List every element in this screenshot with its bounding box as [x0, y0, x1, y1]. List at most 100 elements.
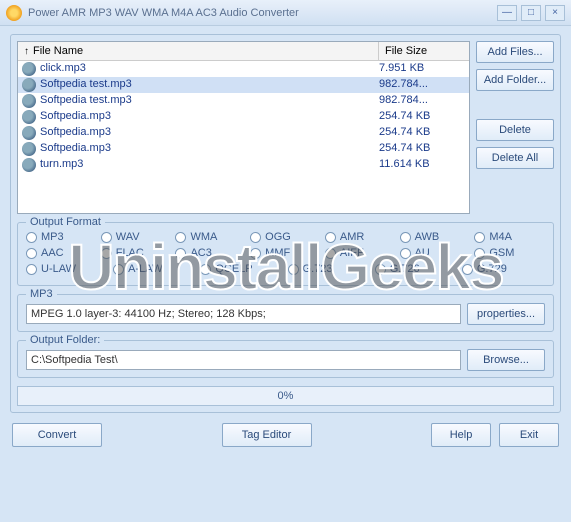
radio-label: AMR [340, 231, 364, 243]
column-filesize[interactable]: File Size [379, 42, 469, 60]
format-radio-aiff[interactable]: AIFF [325, 247, 396, 259]
tag-editor-button[interactable]: Tag Editor [222, 423, 312, 447]
format-radio-g729[interactable]: G.729 [462, 263, 545, 275]
add-folder-button[interactable]: Add Folder... [476, 69, 554, 91]
output-folder-field[interactable]: C:\Softpedia Test\ [26, 350, 461, 370]
file-row[interactable]: Softpedia.mp3254.74 KB [18, 109, 469, 125]
format-radio-wav[interactable]: WAV [101, 231, 172, 243]
audio-file-icon [22, 126, 36, 140]
minimize-button[interactable]: — [497, 5, 517, 21]
file-size: 254.74 KB [379, 110, 465, 124]
radio-label: MP3 [41, 231, 64, 243]
file-name: Softpedia.mp3 [40, 142, 379, 156]
output-format-group: Output Format MP3WAVWMAOGGAMRAWBM4A AACF… [17, 222, 554, 286]
radio-label: FLAC [116, 247, 144, 259]
file-name: Softpedia.mp3 [40, 110, 379, 124]
radio-label: WAV [116, 231, 140, 243]
radio-icon [325, 248, 336, 259]
format-radio-qcelp[interactable]: QCELP [200, 263, 283, 275]
file-row[interactable]: Softpedia.mp3254.74 KB [18, 125, 469, 141]
radio-label: OGG [265, 231, 291, 243]
radio-icon [175, 248, 186, 259]
window-title: Power AMR MP3 WAV WMA M4A AC3 Audio Conv… [28, 7, 493, 19]
radio-icon [474, 248, 485, 259]
radio-icon [288, 264, 299, 275]
radio-label: U-LAW [41, 263, 76, 275]
radio-icon [26, 232, 37, 243]
close-button[interactable]: × [545, 5, 565, 21]
format-radio-mmf[interactable]: MMF [250, 247, 321, 259]
radio-icon [101, 232, 112, 243]
radio-icon [101, 248, 112, 259]
radio-icon [113, 264, 124, 275]
delete-all-button[interactable]: Delete All [476, 147, 554, 169]
audio-file-icon [22, 158, 36, 172]
file-row[interactable]: Softpedia test.mp3982.784... [18, 93, 469, 109]
format-radio-a-law[interactable]: A-LAW [113, 263, 196, 275]
file-row[interactable]: click.mp37.951 KB [18, 61, 469, 77]
titlebar: Power AMR MP3 WAV WMA M4A AC3 Audio Conv… [0, 0, 571, 26]
audio-file-icon [22, 78, 36, 92]
file-row[interactable]: Softpedia test.mp3982.784... [18, 77, 469, 93]
radio-icon [325, 232, 336, 243]
file-size: 11.614 KB [379, 158, 465, 172]
radio-icon [250, 248, 261, 259]
file-list-header: ↑File Name File Size [18, 42, 469, 61]
format-radio-ogg[interactable]: OGG [250, 231, 321, 243]
format-radio-wma[interactable]: WMA [175, 231, 246, 243]
format-radio-flac[interactable]: FLAC [101, 247, 172, 259]
column-filename[interactable]: ↑File Name [18, 42, 379, 60]
radio-icon [200, 264, 211, 275]
maximize-button[interactable]: □ [521, 5, 541, 21]
mp3-info-field[interactable]: MPEG 1.0 layer-3: 44100 Hz; Stereo; 128 … [26, 304, 461, 324]
output-folder-label: Output Folder: [26, 334, 104, 346]
format-radio-au[interactable]: AU [400, 247, 471, 259]
delete-button[interactable]: Delete [476, 119, 554, 141]
browse-button[interactable]: Browse... [467, 349, 545, 371]
radio-icon [400, 232, 411, 243]
radio-icon [250, 232, 261, 243]
output-folder-group: Output Folder: C:\Softpedia Test\ Browse… [17, 340, 554, 378]
radio-label: G.729 [477, 263, 507, 275]
format-radio-mp3[interactable]: MP3 [26, 231, 97, 243]
help-button[interactable]: Help [431, 423, 491, 447]
convert-button[interactable]: Convert [12, 423, 102, 447]
exit-button[interactable]: Exit [499, 423, 559, 447]
file-name: Softpedia.mp3 [40, 126, 379, 140]
radio-icon [462, 264, 473, 275]
mp3-group-label: MP3 [26, 288, 57, 300]
properties-button[interactable]: properties... [467, 303, 545, 325]
mp3-group: MP3 MPEG 1.0 layer-3: 44100 Hz; Stereo; … [17, 294, 554, 332]
format-radio-g723[interactable]: G.723 [288, 263, 371, 275]
add-files-button[interactable]: Add Files... [476, 41, 554, 63]
radio-label: A-LAW [128, 263, 162, 275]
file-list[interactable]: ↑File Name File Size click.mp37.951 KBSo… [17, 41, 470, 214]
radio-label: GSM [489, 247, 514, 259]
file-row[interactable]: turn.mp311.614 KB [18, 157, 469, 173]
format-radio-gsm[interactable]: GSM [474, 247, 545, 259]
radio-icon [26, 264, 37, 275]
file-size: 7.951 KB [379, 62, 465, 76]
radio-label: MMF [265, 247, 290, 259]
format-radio-amr[interactable]: AMR [325, 231, 396, 243]
audio-file-icon [22, 62, 36, 76]
radio-label: WMA [190, 231, 217, 243]
file-name: turn.mp3 [40, 158, 379, 172]
format-radio-awb[interactable]: AWB [400, 231, 471, 243]
radio-icon [26, 248, 37, 259]
radio-icon [474, 232, 485, 243]
format-radio-m4a[interactable]: M4A [474, 231, 545, 243]
audio-file-icon [22, 142, 36, 156]
progress-bar: 0% [17, 386, 554, 406]
radio-label: QCELP [215, 263, 252, 275]
format-radio-g726[interactable]: G.726 [375, 263, 458, 275]
radio-label: AC3 [190, 247, 211, 259]
file-row[interactable]: Softpedia.mp3254.74 KB [18, 141, 469, 157]
format-radio-u-law[interactable]: U-LAW [26, 263, 109, 275]
file-name: Softpedia test.mp3 [40, 78, 379, 92]
format-radio-ac3[interactable]: AC3 [175, 247, 246, 259]
format-radio-aac[interactable]: AAC [26, 247, 97, 259]
output-format-label: Output Format [26, 216, 105, 228]
radio-label: AAC [41, 247, 64, 259]
radio-label: M4A [489, 231, 512, 243]
